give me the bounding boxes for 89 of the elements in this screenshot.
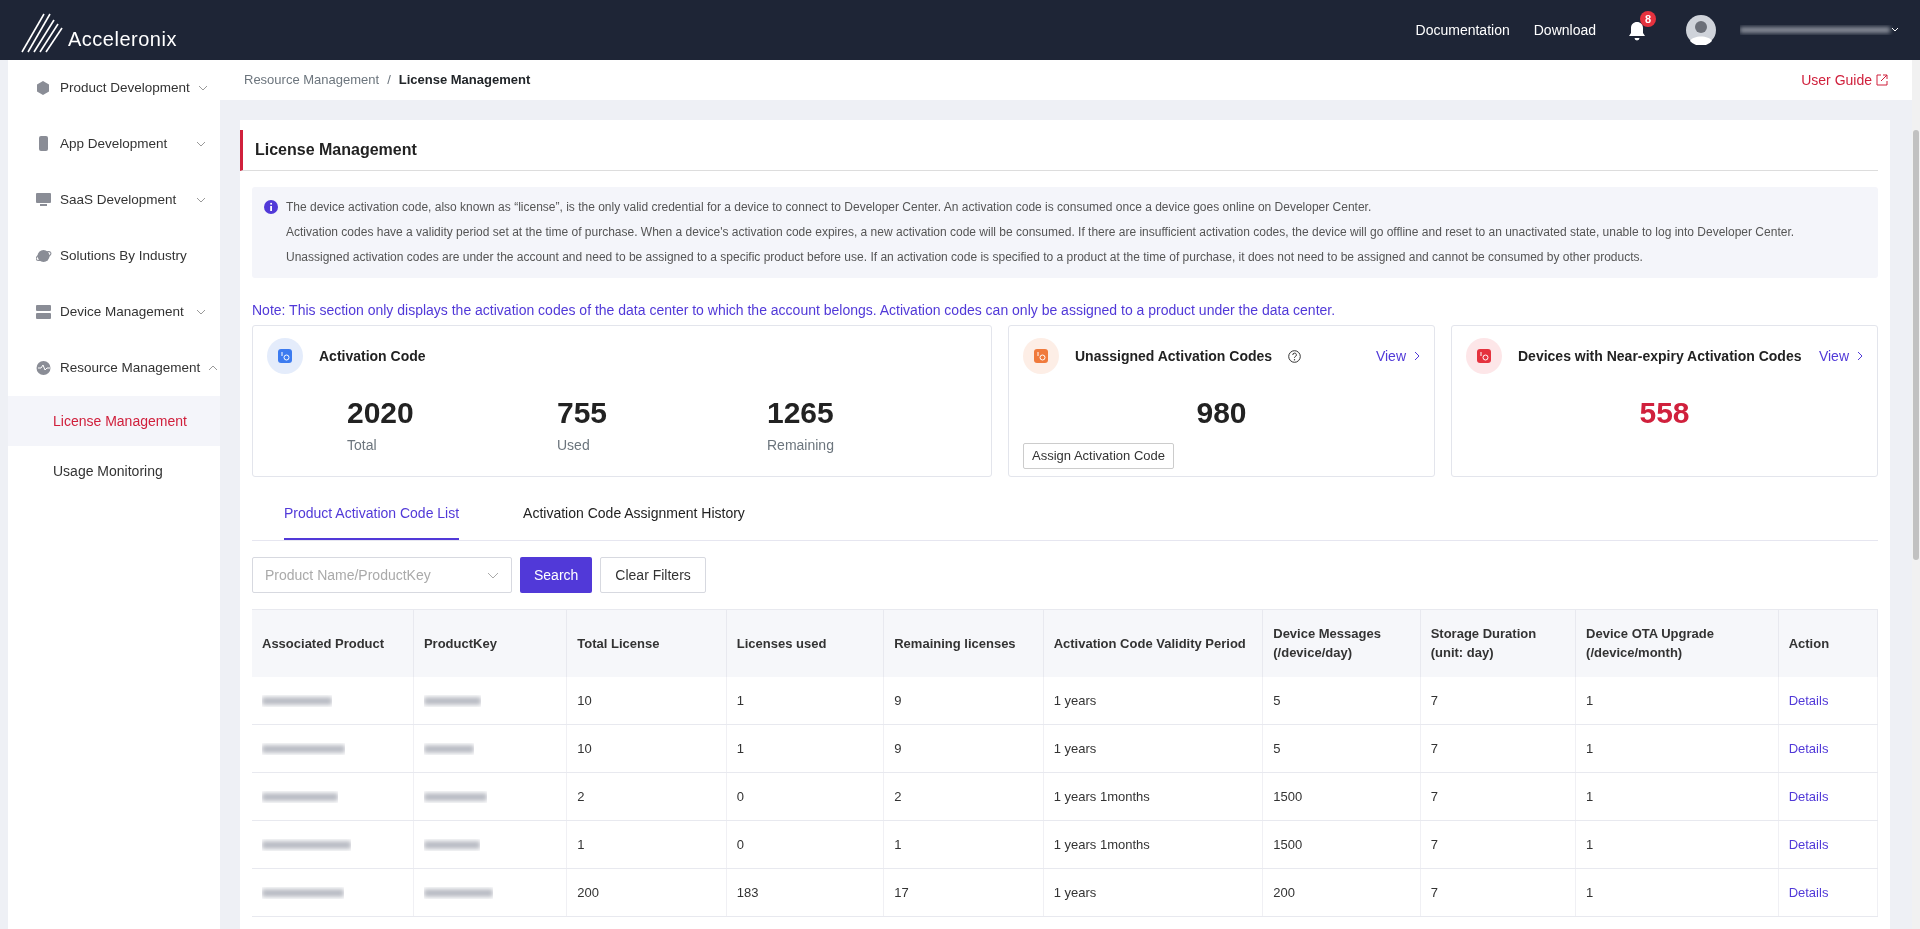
table-cell: 1: [1575, 772, 1779, 821]
table-cell: 5: [1262, 676, 1421, 725]
table-cell: 1 years 1months: [1043, 820, 1263, 869]
table-cell: 7: [1420, 724, 1576, 773]
table-cell: 1: [1575, 820, 1779, 869]
breadcrumb-separator: /: [387, 71, 391, 90]
nav-link[interactable]: Download: [1533, 19, 1596, 41]
table-cell: 1: [566, 820, 727, 869]
table-cell: 1: [726, 676, 884, 725]
user-guide-link[interactable]: User Guide: [1801, 69, 1888, 91]
details-link[interactable]: Details: [1788, 692, 1829, 708]
table-cell: 10: [566, 724, 727, 773]
table-cell: 1 years: [1043, 724, 1263, 773]
tab[interactable]: Product Activation Code List: [284, 489, 460, 540]
metric-value: 1265: [767, 395, 835, 431]
metric-label: Remaining: [767, 436, 835, 455]
column-header: Action: [1778, 609, 1878, 677]
table-cell: 1 years: [1043, 676, 1263, 725]
column-header: ProductKey: [413, 609, 567, 677]
breadcrumb-item[interactable]: Resource Management: [244, 70, 380, 90]
table-cell: 9: [883, 676, 1044, 725]
info-text: Unassigned activation codes are under the account and need to be assigned to a specific product before use. If an activation code is specified to a product at the time of purchase, it does not need to be assigned and cannot be consumed by other products.: [286, 249, 1644, 266]
note-text: Note: This section only displays the activation codes of the data center to which the account belongs. Activation codes can only be assigned to a product under the data center.: [252, 301, 1337, 320]
column-header: Remaining licenses: [883, 609, 1044, 677]
table-cell: 1: [1575, 868, 1779, 917]
section-title: License Management: [240, 130, 1878, 171]
table-cell: 1500: [1262, 820, 1421, 869]
sidebar-item[interactable]: Product Development: [8, 60, 220, 116]
column-header: Licenses used: [726, 609, 884, 677]
column-header: Device OTA Upgrade (/device/month): [1575, 609, 1779, 677]
card-title: Activation Code: [319, 346, 426, 366]
column-header: Total License: [566, 609, 727, 677]
table-cell: 7: [1420, 772, 1576, 821]
table-cell: 5: [1262, 724, 1421, 773]
details-link[interactable]: Details: [1788, 788, 1829, 804]
table-cell: 0: [726, 820, 884, 869]
table-cell: 2: [566, 772, 727, 821]
column-header: Activation Code Validity Period: [1043, 609, 1263, 677]
table-cell: 17: [883, 868, 1044, 917]
nav-link[interactable]: Documentation: [1415, 19, 1510, 41]
table-cell: 1: [883, 820, 1044, 869]
table-cell: 183: [726, 868, 884, 917]
table-cell: 1: [1575, 676, 1779, 725]
search-button[interactable]: Search: [520, 557, 593, 593]
table-cell: 200: [1262, 868, 1421, 917]
metric-value: 980: [1195, 395, 1248, 431]
sidebar-item[interactable]: SaaS Development: [8, 172, 220, 228]
metric-value: 2020: [347, 395, 415, 431]
info-text: Activation codes have a validity period set at the time of purchase. When a device's activation code expires, a new activation code will be consumed. If there are insufficient activation codes, the device will go offline and reset to an unactivated state, unable to log into Developer Center.: [286, 224, 1795, 241]
table-cell: 7: [1420, 820, 1576, 869]
assign-button[interactable]: Assign Activation Code: [1023, 443, 1174, 469]
table-cell: 1: [726, 724, 884, 773]
tab[interactable]: Activation Code Assignment History: [523, 489, 745, 540]
table-cell: 0: [726, 772, 884, 821]
column-header: Associated Product: [252, 609, 414, 677]
sidebar-subitem[interactable]: Usage Monitoring: [8, 446, 220, 496]
card-title: Devices with Near-expiry Activation Codes: [1518, 346, 1802, 366]
sidebar-subitem[interactable]: License Management: [8, 396, 220, 446]
sidebar-item[interactable]: Device Management: [8, 284, 220, 340]
breadcrumb-item: License Management: [398, 71, 531, 90]
info-text: The device activation code, also known as “license”, is the only valid credential for a device to connect to Developer Center. An activation code is consumed once a device goes online on Developer Center.: [286, 199, 1373, 216]
table-cell: 7: [1420, 676, 1576, 725]
logo-text: Acceleronix: [68, 27, 177, 52]
view-link[interactable]: View: [1375, 345, 1420, 367]
card-title: Unassigned Activation Codes: [1075, 346, 1273, 366]
table-cell: 10: [566, 676, 727, 725]
table-cell: 7: [1420, 868, 1576, 917]
metric-label: Used: [557, 436, 591, 455]
details-link[interactable]: Details: [1788, 836, 1829, 852]
table-cell: 2: [883, 772, 1044, 821]
clear-filters-button[interactable]: Clear Filters: [600, 557, 706, 593]
details-link[interactable]: Details: [1788, 740, 1829, 756]
table-cell: 200: [566, 868, 727, 917]
column-header: Device Messages (/device/day): [1262, 609, 1421, 677]
sidebar-item[interactable]: App Development: [8, 116, 220, 172]
table-cell: 1 years 1months: [1043, 772, 1263, 821]
table-cell: 1500: [1262, 772, 1421, 821]
notification-badge: 8: [1639, 11, 1656, 28]
table-cell: 1 years: [1043, 868, 1263, 917]
sidebar-item[interactable]: Resource Management: [8, 340, 220, 396]
metric-label: Total: [347, 436, 378, 455]
sidebar-item[interactable]: Solutions By Industry: [8, 228, 220, 284]
table-cell: 9: [883, 724, 1044, 773]
details-link[interactable]: Details: [1788, 884, 1829, 900]
table-cell: 1: [1575, 724, 1779, 773]
column-header: Storage Duration (unit: day): [1420, 609, 1576, 677]
metric-value: 755: [557, 395, 609, 431]
view-link[interactable]: View: [1818, 345, 1863, 367]
metric-value: 558: [1638, 395, 1691, 431]
